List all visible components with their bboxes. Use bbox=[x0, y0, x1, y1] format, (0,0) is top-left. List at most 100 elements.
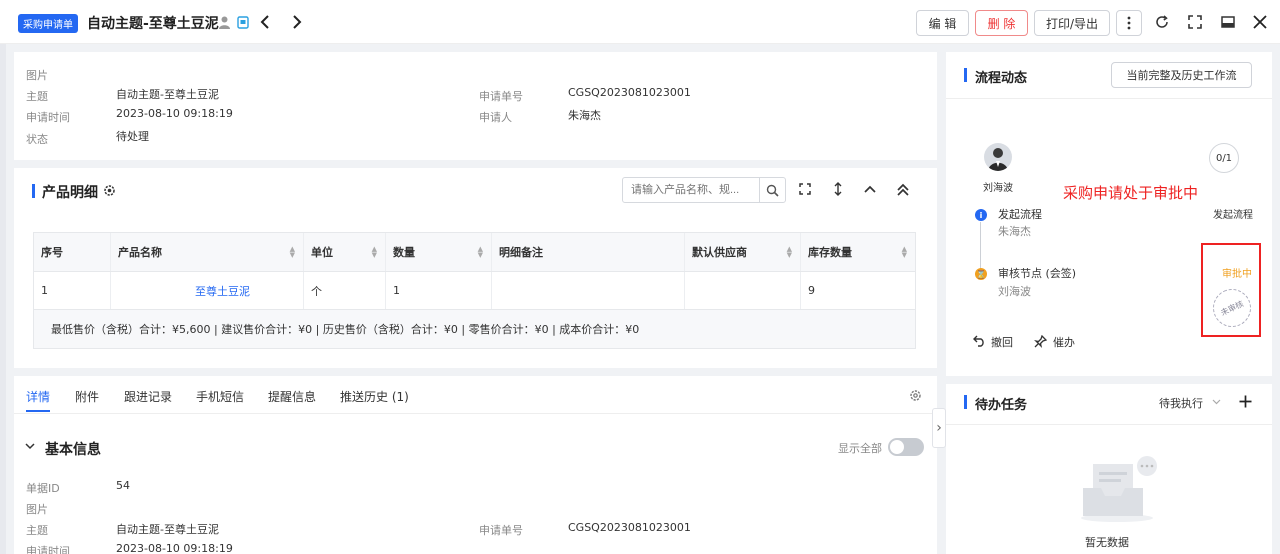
empty-inbox-icon bbox=[1077, 456, 1161, 522]
doc-id-label: 单据ID bbox=[26, 482, 60, 495]
workflow-divider bbox=[946, 98, 1272, 99]
delete-button[interactable]: 删 除 bbox=[975, 10, 1028, 36]
col-index-header[interactable]: 序号 bbox=[34, 233, 111, 271]
search-button[interactable] bbox=[759, 178, 785, 202]
user-icon[interactable] bbox=[218, 15, 230, 29]
expand-icon[interactable] bbox=[798, 182, 812, 196]
step-1-status: 发起流程 bbox=[1213, 210, 1253, 221]
status-value: 待处理 bbox=[116, 130, 149, 143]
basic-time-label: 申请时间 bbox=[26, 545, 70, 554]
status-annotation: 采购申请处于审批中 bbox=[1063, 184, 1199, 202]
col-supplier-header[interactable]: 默认供应商 ▲ ▼ bbox=[685, 233, 801, 271]
filter-chevron-icon[interactable] bbox=[1211, 398, 1221, 406]
basic-subject-label: 主题 bbox=[26, 524, 48, 537]
subject-label: 主题 bbox=[26, 90, 48, 103]
sort-icon[interactable]: ▲ ▼ bbox=[902, 246, 907, 259]
tab-reminders[interactable]: 提醒信息 bbox=[268, 388, 316, 405]
edit-button[interactable]: 编 辑 bbox=[916, 10, 969, 36]
products-title: 产品明细 bbox=[42, 185, 98, 201]
show-all-toggle[interactable] bbox=[888, 438, 924, 456]
add-task-icon[interactable] bbox=[1238, 394, 1252, 408]
basic-subject-value: 自动主题-至尊土豆泥 bbox=[116, 523, 219, 536]
apply-time-label: 申请时间 bbox=[26, 111, 70, 124]
tab-push-history[interactable]: 推送历史 (1) bbox=[340, 388, 409, 405]
cell-unit: 个 bbox=[304, 272, 386, 309]
chevron-down-icon[interactable] bbox=[24, 441, 36, 451]
sort-icon[interactable]: ▲ ▼ bbox=[290, 246, 295, 259]
pin-icon[interactable] bbox=[1033, 334, 1047, 348]
col-note-header[interactable]: 明细备注 bbox=[492, 233, 685, 271]
basic-no-value: CGSQ2023081023001 bbox=[568, 521, 691, 534]
remind-button[interactable]: 催办 bbox=[1053, 334, 1075, 350]
col-unit-header[interactable]: 单位 ▲ ▼ bbox=[304, 233, 386, 271]
product-search[interactable] bbox=[622, 177, 786, 203]
tab-follow-up[interactable]: 跟进记录 bbox=[124, 388, 172, 405]
cell-stock: 9 bbox=[808, 284, 815, 297]
tabs-settings-icon[interactable] bbox=[908, 388, 922, 402]
more-menu-button[interactable] bbox=[1116, 10, 1142, 36]
summary-info-panel bbox=[14, 52, 937, 160]
basic-time-value: 2023-08-10 09:18:19 bbox=[116, 542, 233, 554]
apply-no-value: CGSQ2023081023001 bbox=[568, 86, 691, 99]
products-table: 序号 产品名称 ▲ ▼ 单位 ▲ ▼ 数量 ▲ ▼ 明细备注 默认供应商 ▲ ▼ 库存数量 ▲ ▼ … bbox=[33, 232, 916, 349]
show-all-label: 显示全部 bbox=[838, 442, 882, 455]
history-workflow-button[interactable]: 当前完整及历史工作流 bbox=[1111, 62, 1252, 88]
next-record-icon[interactable] bbox=[290, 14, 304, 30]
timeline-line bbox=[980, 222, 981, 270]
applicant-label: 申请人 bbox=[479, 111, 512, 124]
basic-info-title: 基本信息 bbox=[45, 442, 101, 458]
cell-supplier bbox=[685, 272, 801, 309]
layout-icon[interactable] bbox=[1220, 14, 1236, 30]
step-1-name: 发起流程 bbox=[998, 208, 1042, 221]
doc-id-value: 54 bbox=[116, 479, 130, 492]
cell-index: 1 bbox=[34, 272, 111, 309]
products-title-bar bbox=[32, 184, 35, 198]
col-name-header[interactable]: 产品名称 ▲ ▼ bbox=[111, 233, 304, 271]
prev-record-icon[interactable] bbox=[258, 14, 272, 30]
undo-icon[interactable] bbox=[972, 334, 986, 348]
tab-details[interactable]: 详情 bbox=[26, 388, 50, 405]
apply-time-value: 2023-08-10 09:18:19 bbox=[116, 107, 233, 120]
cell-note bbox=[492, 272, 685, 309]
apply-no-label: 申请单号 bbox=[479, 90, 523, 103]
row-height-icon[interactable] bbox=[832, 182, 844, 196]
cell-qty: 1 bbox=[386, 272, 492, 309]
double-chevron-up-icon[interactable] bbox=[896, 181, 910, 197]
col-qty-header[interactable]: 数量 ▲ ▼ bbox=[386, 233, 492, 271]
detail-tabs: 详情 附件 跟进记录 手机短信 提醒信息 推送历史 (1) bbox=[14, 376, 937, 414]
sort-icon[interactable]: ▲ ▼ bbox=[478, 246, 483, 259]
pending-step-icon: ⌛ bbox=[975, 268, 987, 280]
sort-icon[interactable]: ▲ ▼ bbox=[787, 246, 792, 259]
applicant-value: 朱海杰 bbox=[568, 109, 601, 122]
col-stock-header[interactable]: 库存数量 ▲ ▼ bbox=[801, 233, 915, 271]
fullscreen-icon[interactable] bbox=[1187, 14, 1203, 30]
tasks-title: 待办任务 bbox=[975, 398, 1028, 413]
tab-attachments[interactable]: 附件 bbox=[75, 388, 99, 405]
left-edge-strip bbox=[0, 44, 6, 554]
tab-sms[interactable]: 手机短信 bbox=[196, 388, 244, 405]
status-label: 状态 bbox=[26, 133, 48, 146]
step-2-name: 审核节点 (会签) bbox=[998, 267, 1077, 280]
print-export-button[interactable]: 打印/导出 bbox=[1034, 10, 1110, 36]
avatar bbox=[984, 143, 1012, 171]
product-search-input[interactable] bbox=[623, 178, 757, 202]
step-1-person: 朱海杰 bbox=[998, 225, 1031, 238]
document-icon[interactable] bbox=[236, 15, 249, 29]
more-vertical-icon bbox=[1127, 16, 1131, 30]
tasks-title-bar bbox=[964, 395, 967, 409]
workflow-title-bar bbox=[964, 68, 967, 82]
close-icon[interactable] bbox=[1252, 14, 1268, 30]
totals-summary: 最低售价（含税）合计：¥5,600 | 建议售价合计：¥0 | 历史售价（含税）… bbox=[34, 310, 915, 348]
table-row[interactable]: 1 至尊土豆泥 个 1 9 bbox=[34, 272, 915, 310]
basic-no-label: 申请单号 bbox=[479, 524, 523, 537]
withdraw-button[interactable]: 撤回 bbox=[991, 334, 1013, 350]
settings-icon[interactable] bbox=[102, 183, 116, 197]
step-2-person: 刘海波 bbox=[998, 285, 1031, 298]
sort-icon[interactable]: ▲ ▼ bbox=[372, 246, 377, 259]
table-header: 序号 产品名称 ▲ ▼ 单位 ▲ ▼ 数量 ▲ ▼ 明细备注 默认供应商 ▲ ▼ 库存数量 ▲ ▼ bbox=[34, 233, 915, 272]
task-filter-select[interactable]: 待我执行 bbox=[1159, 395, 1203, 411]
product-name-link[interactable]: 至尊土豆泥 bbox=[111, 272, 304, 309]
chevron-up-icon[interactable] bbox=[863, 183, 877, 195]
refresh-icon[interactable] bbox=[1154, 14, 1170, 30]
collapse-sidebar-handle[interactable]: › bbox=[932, 408, 946, 448]
